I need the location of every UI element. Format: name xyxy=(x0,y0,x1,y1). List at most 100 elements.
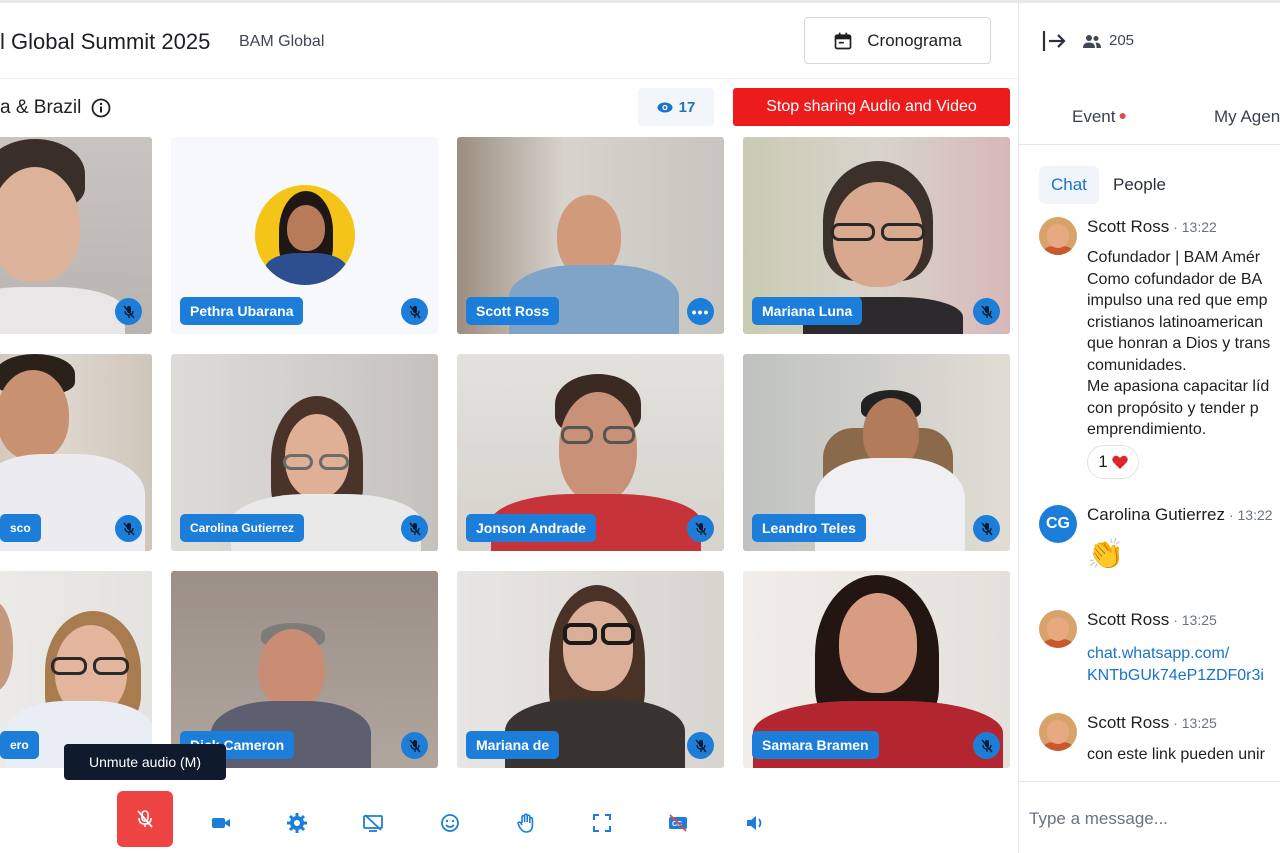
call-controls-toolbar: CC xyxy=(0,786,1018,853)
fullscreen-icon xyxy=(593,814,611,832)
avatar[interactable] xyxy=(1039,713,1077,751)
muted-mic-icon xyxy=(687,732,714,759)
tab-my-agenda[interactable]: My Agen xyxy=(1214,107,1280,127)
participant-tile-selected[interactable]: ero xyxy=(0,571,152,768)
message-time: 13:22 xyxy=(1229,507,1273,523)
muted-mic-icon xyxy=(687,515,714,542)
message-header: Carolina Gutierrez13:22 xyxy=(1087,505,1273,525)
video-camera-icon xyxy=(212,818,230,828)
heart-icon xyxy=(1111,455,1128,469)
message-author[interactable]: Scott Ross xyxy=(1087,713,1169,732)
mic-off-icon xyxy=(137,810,153,828)
captions-button[interactable]: CC xyxy=(661,806,695,840)
participant-name: Carolina Gutierrez xyxy=(180,514,305,542)
collapse-panel-icon[interactable] xyxy=(1041,29,1067,53)
participant-tile[interactable]: Dick Cameron xyxy=(171,571,438,768)
avatar[interactable] xyxy=(1039,217,1077,255)
session-title-text: a & Brazil xyxy=(0,97,82,118)
settings-button[interactable] xyxy=(280,806,314,840)
clapping-hands-icon: 👏 xyxy=(1087,538,1125,571)
camera-button[interactable] xyxy=(204,806,238,840)
emoji-icon xyxy=(441,814,459,832)
participant-tile[interactable]: Jonson Andrade xyxy=(457,354,724,551)
participant-name: Leandro Teles xyxy=(752,514,866,542)
participant-name: Samara Bramen xyxy=(752,731,879,759)
screen-share-button[interactable] xyxy=(356,806,390,840)
chat-subtabs: Chat People xyxy=(1019,166,1280,206)
viewer-count: 17 xyxy=(678,98,696,116)
attendee-count-value: 205 xyxy=(1109,32,1135,49)
participant-name: Mariana Luna xyxy=(752,297,863,325)
screen-share-off-icon xyxy=(363,814,383,832)
viewer-count-badge: 17 xyxy=(638,88,714,126)
participant-tile[interactable]: Samara Bramen xyxy=(743,571,1010,768)
message-header: Scott Ross13:22 xyxy=(1087,217,1217,237)
message-header: Scott Ross13:25 xyxy=(1087,610,1217,630)
participant-tile[interactable]: Mariana Luna xyxy=(743,137,1010,334)
schedule-button-label: Cronograma xyxy=(867,30,962,50)
participant-name: Pethra Ubarana xyxy=(180,297,304,325)
message-link[interactable]: chat.whatsapp.com/ KNTbGUk74eP1ZDF0r3i xyxy=(1087,643,1264,687)
participant-name: Jonson Andrade xyxy=(466,514,596,542)
stop-sharing-button[interactable]: Stop sharing Audio and Video xyxy=(733,88,1010,126)
subtab-people[interactable]: People xyxy=(1101,166,1178,204)
participant-tile[interactable]: Mariana de xyxy=(457,571,724,768)
event-header: l Global Summit 2025 BAM Global Cronogra… xyxy=(0,3,1018,79)
speaker-icon xyxy=(747,816,762,830)
message-time: 13:22 xyxy=(1173,219,1217,235)
muted-mic-icon xyxy=(973,732,1000,759)
message-time: 13:25 xyxy=(1173,612,1217,628)
muted-mic-icon xyxy=(401,298,428,325)
avatar[interactable] xyxy=(1039,610,1077,648)
conference-app: l Global Summit 2025 BAM Global Cronogra… xyxy=(0,0,1280,853)
reactions-button[interactable] xyxy=(433,806,467,840)
session-title: a & Brazil xyxy=(0,97,111,119)
tab-event[interactable]: Event ● xyxy=(1072,107,1127,127)
panel-header: 205 xyxy=(1019,3,1280,79)
settings-gear-icon xyxy=(287,813,307,833)
fullscreen-button[interactable] xyxy=(585,806,619,840)
participant-name: Mariana de xyxy=(466,731,560,759)
session-bar: a & Brazil 17 Stop sharing Audio and Vid… xyxy=(0,80,1018,136)
message-author[interactable]: Scott Ross xyxy=(1087,217,1169,236)
panel-tabs: Event ● My Agen xyxy=(1019,95,1280,145)
message-author[interactable]: Scott Ross xyxy=(1087,610,1169,629)
participant-tile[interactable]: Leandro Teles xyxy=(743,354,1010,551)
calendar-icon xyxy=(834,32,852,49)
participant-tile[interactable]: sco xyxy=(0,354,152,551)
info-icon[interactable] xyxy=(91,98,111,118)
schedule-button[interactable]: Cronograma xyxy=(804,17,991,64)
tab-event-label: Event xyxy=(1072,107,1116,126)
people-icon xyxy=(1083,34,1101,48)
participant-name: sco xyxy=(0,514,41,542)
message-time: 13:25 xyxy=(1173,715,1217,731)
participant-avatar xyxy=(255,185,355,285)
more-options-icon[interactable]: ••• xyxy=(687,298,714,325)
participant-name: Scott Ross xyxy=(466,297,560,325)
avatar[interactable]: CG xyxy=(1039,505,1077,543)
participant-tile[interactable] xyxy=(0,137,152,334)
muted-mic-icon xyxy=(973,515,1000,542)
subtab-chat[interactable]: Chat xyxy=(1039,166,1099,204)
message-author[interactable]: Carolina Gutierrez xyxy=(1087,505,1225,524)
unmute-tooltip: Unmute audio (M) xyxy=(64,744,226,780)
reaction-chip[interactable]: 1 xyxy=(1087,445,1139,479)
speaker-button[interactable] xyxy=(738,806,772,840)
eye-icon xyxy=(657,102,673,112)
participant-name: ero xyxy=(0,731,39,759)
attendee-count[interactable]: 205 xyxy=(1083,32,1134,49)
participant-tile[interactable]: Pethra Ubarana xyxy=(171,137,438,334)
raise-hand-button[interactable] xyxy=(509,806,543,840)
muted-mic-icon xyxy=(401,515,428,542)
message-input[interactable] xyxy=(1029,804,1269,834)
unmute-button[interactable] xyxy=(117,791,173,847)
participant-tile[interactable]: Carolina Gutierrez xyxy=(171,354,438,551)
side-panel: 205 Event ● My Agen Chat People Scott Ros… xyxy=(1018,3,1280,853)
reaction-count: 1 xyxy=(1098,452,1108,471)
participant-tile[interactable]: Scott Ross ••• xyxy=(457,137,724,334)
muted-mic-icon xyxy=(401,732,428,759)
unread-dot: ● xyxy=(1118,107,1127,123)
organizer-name[interactable]: BAM Global xyxy=(239,33,324,51)
raise-hand-icon xyxy=(517,813,534,833)
message-text: Cofundador | BAM Amér Como cofundador de… xyxy=(1087,249,1271,438)
